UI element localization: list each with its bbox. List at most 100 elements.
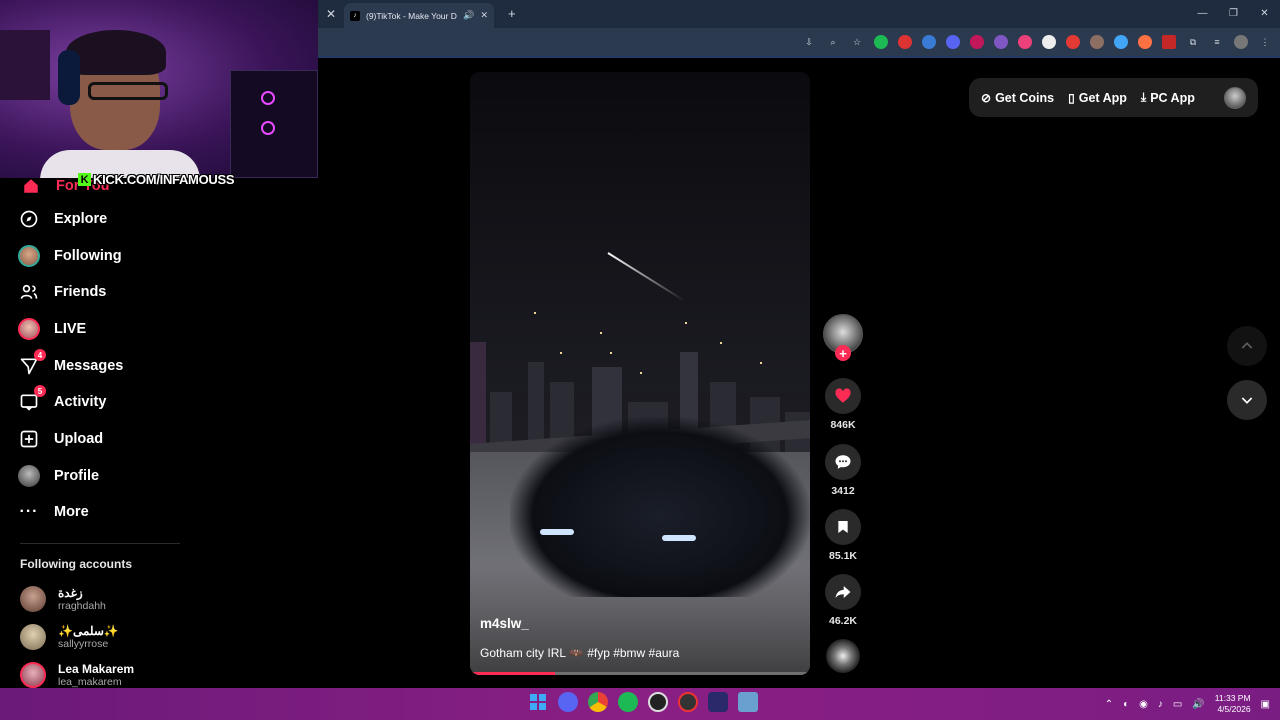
- account-display-name: زغدة: [58, 586, 83, 600]
- discord-taskbar-icon[interactable]: [558, 692, 578, 712]
- extension-brown-icon[interactable]: [1090, 35, 1104, 49]
- headset: [58, 50, 80, 105]
- tray-app-icon[interactable]: ◐: [1123, 699, 1129, 710]
- video-player[interactable]: m4slw_ Gotham city IRL 🦇 #fyp #bmw #aura: [470, 72, 810, 675]
- zoom-icon[interactable]: ⌕: [826, 35, 840, 49]
- new-tab-button[interactable]: +: [508, 6, 516, 21]
- sidebar-item-live[interactable]: LIVE: [18, 315, 86, 343]
- menu-kebab-icon[interactable]: ⋮: [1258, 35, 1272, 49]
- sidebar-item-activity[interactable]: 5 Activity: [18, 385, 106, 416]
- follow-plus-icon[interactable]: +: [835, 345, 851, 361]
- notification-icon[interactable]: ▣: [1261, 699, 1270, 710]
- webcam-overlay: [0, 0, 318, 178]
- app-taskbar-icon[interactable]: [678, 692, 698, 712]
- share-icon: [825, 574, 861, 610]
- reading-list-icon[interactable]: ≡: [1210, 35, 1224, 49]
- extension-orange-icon[interactable]: [1138, 35, 1152, 49]
- download-icon: ⤓: [1140, 90, 1147, 104]
- extension-red-icon[interactable]: [898, 35, 912, 49]
- volume-icon[interactable]: 🔊: [1192, 699, 1204, 710]
- extension-discord-icon[interactable]: [946, 35, 960, 49]
- sidebar-item-messages[interactable]: 4 Messages: [18, 349, 123, 380]
- restore-icon[interactable]: ❐: [1218, 0, 1249, 28]
- tab-close-icon[interactable]: ✕: [480, 10, 488, 21]
- streamer-hair: [66, 30, 166, 75]
- sidebar-item-profile[interactable]: Profile: [18, 462, 99, 490]
- like-button[interactable]: 846K: [824, 378, 862, 431]
- network-icon[interactable]: ▭: [1173, 699, 1182, 710]
- microphone-icon[interactable]: ♪: [1158, 699, 1163, 710]
- extension-purple-icon[interactable]: [994, 35, 1008, 49]
- music-disc-icon[interactable]: [826, 639, 860, 673]
- sidebar-item-more[interactable]: ··· More: [18, 498, 89, 526]
- taskbar-clock[interactable]: 11:33 PM 4/5/2026: [1215, 693, 1251, 715]
- chrome-taskbar-icon[interactable]: [588, 692, 608, 712]
- extension-white-icon[interactable]: [1042, 35, 1056, 49]
- tray-chevron-icon[interactable]: ⌃: [1105, 699, 1113, 710]
- sidebar-item-friends[interactable]: Friends: [18, 278, 106, 306]
- video-caption[interactable]: Gotham city IRL 🦇 #fyp #bmw #aura: [480, 646, 679, 660]
- pc-app-button[interactable]: ⤓ PC App: [1141, 90, 1195, 105]
- upload-icon: [18, 428, 40, 450]
- glasses: [88, 82, 168, 100]
- tiktok-favicon-icon: ♪: [350, 10, 360, 21]
- following-account[interactable]: Lea Makarem lea_makarem: [20, 662, 134, 688]
- tray-discord-icon[interactable]: ◉: [1139, 699, 1148, 710]
- minimize-icon[interactable]: —: [1187, 0, 1218, 28]
- mic-app-taskbar-icon[interactable]: [708, 692, 728, 712]
- bookmark-icon: [825, 509, 861, 545]
- extension-ublock-icon[interactable]: [1066, 35, 1080, 49]
- compass-icon: [18, 208, 40, 230]
- share-button[interactable]: 46.2K: [824, 574, 862, 627]
- profile-avatar-icon: [18, 465, 40, 487]
- messages-badge: 4: [34, 349, 46, 361]
- following-account[interactable]: ✨سلمى✨ sallyyrrose: [20, 624, 119, 650]
- sidebar-item-following[interactable]: Following: [18, 242, 122, 270]
- account-avatar: [20, 586, 46, 612]
- next-video-button[interactable]: [1227, 380, 1267, 420]
- sidebar-item-label: Friends: [54, 284, 107, 300]
- heart-icon: [825, 378, 861, 414]
- messages-icon: 4: [18, 349, 46, 377]
- extension-pink-icon[interactable]: [1018, 35, 1032, 49]
- live-avatar-icon: [18, 318, 40, 340]
- get-coins-button[interactable]: ⊘ Get Coins: [981, 91, 1054, 105]
- activity-badge: 5: [34, 385, 46, 397]
- account-avatar: [20, 624, 46, 650]
- extension-blue-icon[interactable]: [922, 35, 936, 49]
- screen-app-taskbar-icon[interactable]: [738, 692, 758, 712]
- get-app-button[interactable]: ▯ Get App: [1068, 91, 1127, 105]
- kick-overlay-banner: K KICK.COM/INFAMOUSS: [78, 171, 235, 188]
- windows-start-icon[interactable]: [528, 692, 548, 712]
- browser-tab-tiktok[interactable]: ♪ (9)TikTok - Make Your Day 🔊 ✕: [344, 3, 494, 28]
- extension-shield-icon[interactable]: [970, 35, 984, 49]
- extension-lightblue-icon[interactable]: [1114, 35, 1128, 49]
- window-close-icon[interactable]: ✕: [1249, 0, 1280, 28]
- extension-grammarly-icon[interactable]: [874, 35, 888, 49]
- coin-icon: ⊘: [981, 90, 992, 105]
- sidebar-item-label: Upload: [54, 431, 104, 447]
- tab-title: (9)TikTok - Make Your Day: [366, 10, 458, 21]
- profile-avatar-icon[interactable]: [1234, 35, 1248, 49]
- sidebar-item-label: More: [54, 504, 89, 520]
- video-author[interactable]: m4slw_: [480, 616, 529, 631]
- bookmark-star-icon[interactable]: ☆: [850, 35, 864, 49]
- user-avatar[interactable]: [1224, 86, 1246, 109]
- extension-square-icon[interactable]: [1162, 35, 1176, 49]
- get-app-label: Get App: [1078, 90, 1127, 105]
- sidebar-item-upload[interactable]: Upload: [18, 425, 103, 453]
- friends-icon: [18, 281, 40, 303]
- spotify-taskbar-icon[interactable]: [618, 692, 638, 712]
- obs-taskbar-icon[interactable]: [648, 692, 668, 712]
- extensions-puzzle-icon[interactable]: ⧉: [1186, 35, 1200, 49]
- speaker-icon[interactable]: 🔊: [463, 10, 474, 21]
- close-icon[interactable]: ✕: [320, 7, 342, 21]
- install-app-icon[interactable]: ⇩: [802, 35, 816, 49]
- following-account[interactable]: زغدة rraghdahh: [20, 586, 106, 612]
- save-button[interactable]: 85.1K: [824, 509, 862, 562]
- previous-video-button[interactable]: [1227, 326, 1267, 366]
- comment-button[interactable]: 3412: [824, 444, 862, 497]
- sidebar-item-explore[interactable]: Explore: [18, 205, 107, 233]
- video-progress-fill: [470, 672, 555, 675]
- video-progress-bar[interactable]: [470, 672, 810, 675]
